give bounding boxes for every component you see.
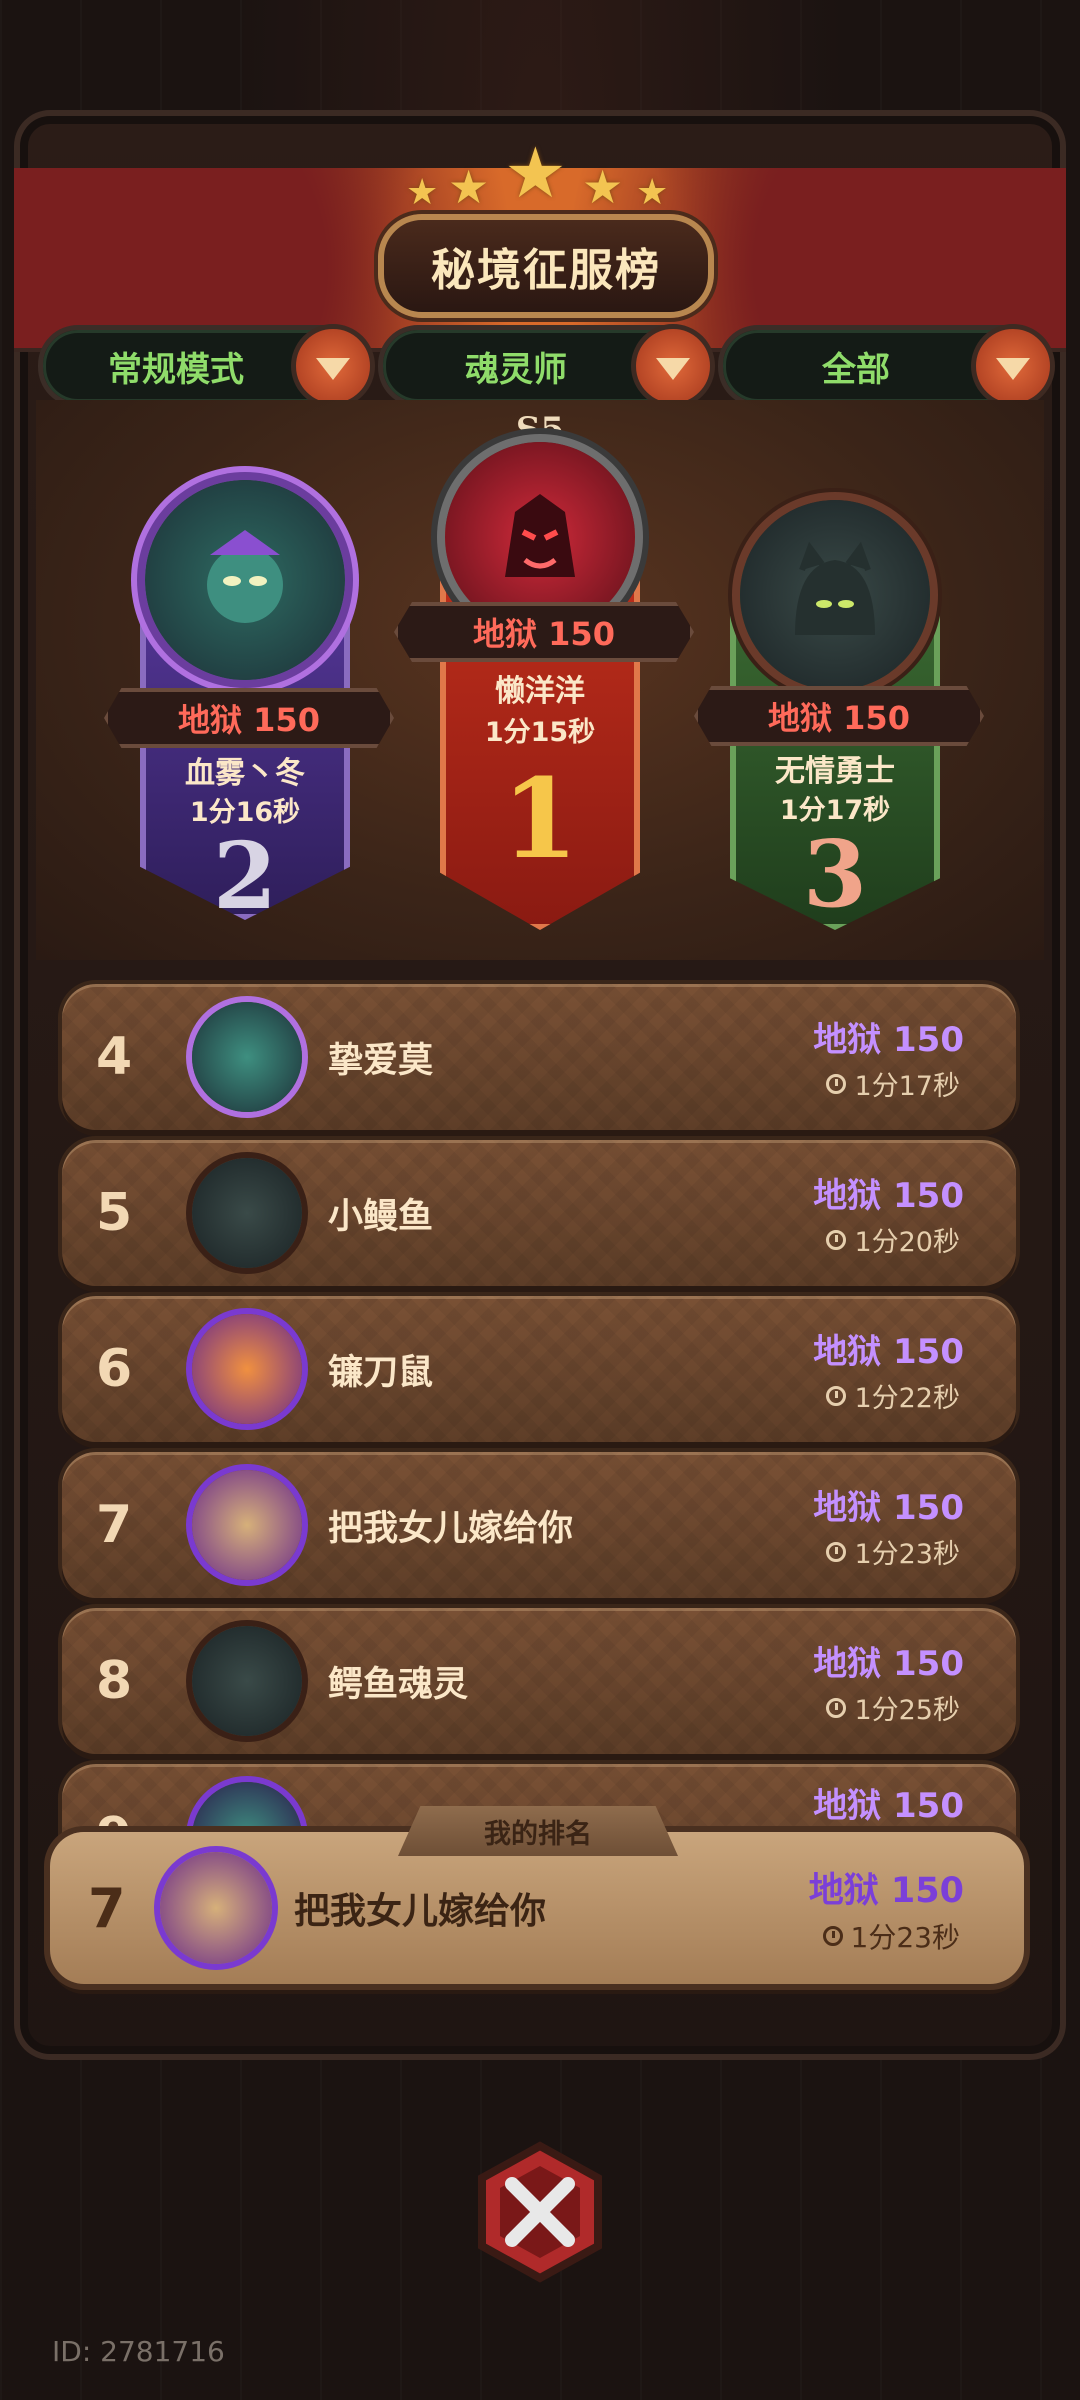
rank-number: 3 bbox=[802, 820, 867, 928]
player-name: 镰刀鼠 bbox=[328, 1352, 434, 1393]
rating-stars: ★ ★ ★ ★ ★ bbox=[400, 132, 680, 222]
podium-second[interactable]: 地狱 150 血雾丶冬 1分16秒 2 bbox=[104, 480, 394, 930]
player-name: 小鳗鱼 bbox=[328, 1196, 434, 1237]
player-time-row: 1分23秒 bbox=[822, 1916, 960, 1956]
row-rank: 4 bbox=[96, 1027, 133, 1087]
table-row[interactable]: 4 挚爱莫 地狱 150 1分17秒 bbox=[62, 984, 1016, 1130]
player-avatar bbox=[192, 1470, 302, 1580]
player-time-row: 1分23秒 bbox=[826, 1532, 960, 1571]
scope-filter-dropdown[interactable]: 全部 bbox=[718, 324, 1055, 408]
player-name: 挚爱莫 bbox=[328, 1040, 434, 1081]
rank-number: 1 bbox=[501, 754, 579, 883]
score-ribbon: 地狱 150 bbox=[694, 686, 984, 746]
player-name: 懒洋洋 bbox=[495, 674, 585, 709]
mode-filter-label: 常规模式 bbox=[108, 349, 244, 390]
clock-icon bbox=[822, 1926, 843, 1946]
star-icon: ★ bbox=[406, 172, 439, 213]
row-rank: 5 bbox=[96, 1183, 133, 1243]
player-name: 把我女儿嫁给你 bbox=[328, 1508, 574, 1549]
player-time-row: 1分20秒 bbox=[826, 1220, 960, 1259]
score-ribbon: 地狱 150 bbox=[104, 688, 394, 748]
row-rank: 6 bbox=[96, 1339, 133, 1399]
player-score: 地狱 150 bbox=[813, 1176, 964, 1216]
row-rank: 8 bbox=[96, 1651, 133, 1711]
player-avatar bbox=[192, 1314, 302, 1424]
player-score: 地狱 150 bbox=[813, 1020, 964, 1060]
chevron-down-icon[interactable] bbox=[971, 324, 1055, 408]
player-time-row: 1分17秒 bbox=[826, 1064, 960, 1103]
player-time: 1分25秒 bbox=[854, 1695, 960, 1726]
rank-number: 2 bbox=[212, 822, 277, 930]
player-time: 1分20秒 bbox=[854, 1227, 960, 1258]
star-icon: ★ bbox=[448, 160, 490, 214]
star-icon: ★ bbox=[582, 160, 624, 214]
chevron-down-icon[interactable] bbox=[291, 324, 375, 408]
player-name: 鳄鱼魂灵 bbox=[328, 1664, 469, 1705]
player-avatar bbox=[192, 1158, 302, 1268]
player-score: 地狱 150 bbox=[813, 1644, 964, 1684]
podium-first[interactable]: S5 地狱 150 懒洋洋 1分15秒 1 bbox=[394, 410, 694, 930]
player-score: 地狱 150 bbox=[813, 1332, 964, 1372]
hooded-cat-icon bbox=[795, 541, 875, 635]
hooded-character-icon bbox=[207, 530, 283, 623]
player-score: 地狱 150 bbox=[813, 1488, 964, 1528]
mode-filter-dropdown[interactable]: 常规模式 bbox=[38, 324, 375, 408]
table-row[interactable]: 5 小鳗鱼 地狱 150 1分20秒 bbox=[62, 1140, 1016, 1286]
star-icon: ★ bbox=[636, 172, 669, 213]
clock-icon bbox=[826, 1073, 847, 1094]
podium-third[interactable]: 地狱 150 无情勇士 1分17秒 3 bbox=[694, 500, 984, 930]
player-time: 1分23秒 bbox=[854, 1539, 960, 1570]
class-filter-dropdown[interactable]: 魂灵师 bbox=[378, 324, 715, 408]
page-title: 秘境征服榜 bbox=[378, 214, 714, 318]
player-time: 1分17秒 bbox=[854, 1071, 960, 1102]
user-id-label: ID: 2781716 bbox=[52, 2335, 225, 2368]
player-time-row: 1分25秒 bbox=[826, 1688, 960, 1727]
player-score: 地狱 150 bbox=[808, 1871, 964, 1911]
player-time: 1分23秒 bbox=[850, 1921, 960, 1954]
clock-icon bbox=[826, 1541, 847, 1562]
demon-helmet-icon bbox=[505, 494, 575, 577]
score-ribbon: 地狱 150 bbox=[394, 602, 694, 662]
clock-icon bbox=[826, 1697, 847, 1718]
chevron-down-icon[interactable] bbox=[631, 324, 715, 408]
table-row[interactable]: 8 鳄鱼魂灵 地狱 150 1分25秒 bbox=[62, 1608, 1016, 1754]
scope-filter-label: 全部 bbox=[822, 349, 890, 390]
player-avatar bbox=[740, 500, 930, 690]
player-avatar bbox=[192, 1626, 302, 1736]
table-row[interactable]: 7 把我女儿嫁给你 地狱 150 1分23秒 bbox=[62, 1452, 1016, 1598]
row-rank: 7 bbox=[96, 1495, 133, 1555]
player-name: 无情勇士 bbox=[775, 754, 895, 789]
player-time: 1分15秒 bbox=[484, 717, 596, 748]
player-avatar bbox=[192, 1002, 302, 1112]
my-rank-tag: 我的排名 bbox=[398, 1806, 678, 1856]
star-icon: ★ bbox=[504, 132, 567, 214]
close-button[interactable] bbox=[468, 2140, 612, 2284]
player-avatar bbox=[160, 1852, 272, 1964]
my-rank-number: 7 bbox=[88, 1876, 126, 1940]
player-score: 地狱 150 bbox=[813, 1786, 964, 1826]
clock-icon bbox=[826, 1229, 847, 1250]
close-icon bbox=[478, 2141, 602, 2283]
player-name: 血雾丶冬 bbox=[185, 756, 305, 791]
clock-icon bbox=[826, 1385, 847, 1406]
class-filter-label: 魂灵师 bbox=[465, 349, 567, 390]
player-time-row: 1分22秒 bbox=[826, 1376, 960, 1415]
player-time: 1分22秒 bbox=[854, 1383, 960, 1414]
player-avatar bbox=[145, 480, 345, 680]
table-row[interactable]: 6 镰刀鼠 地狱 150 1分22秒 bbox=[62, 1296, 1016, 1442]
